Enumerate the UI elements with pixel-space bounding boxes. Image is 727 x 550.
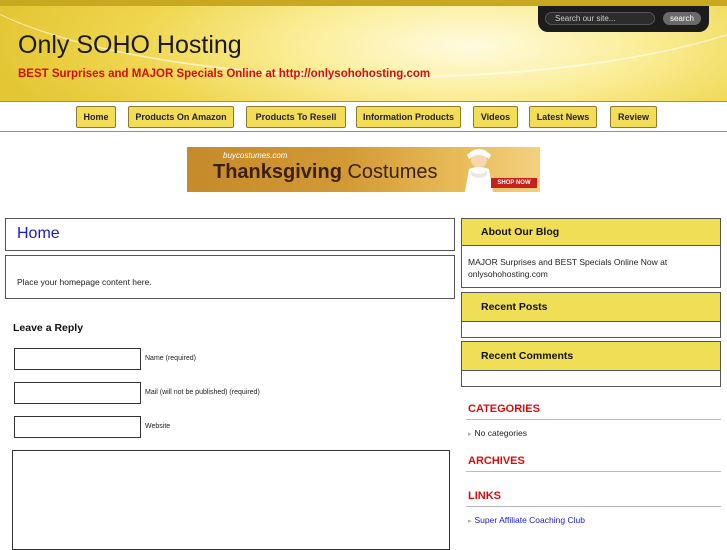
archives-divider <box>466 471 721 472</box>
website-field[interactable] <box>14 416 141 438</box>
nav-item-products-on-amazon[interactable]: Products On Amazon <box>128 106 234 128</box>
categories-item: ▸ No categories <box>468 428 527 438</box>
categories-divider <box>466 419 721 420</box>
links-divider <box>466 506 721 507</box>
page-content: Place your homepage content here. <box>17 277 152 287</box>
banner-title-bold: Thanksgiving <box>213 161 342 183</box>
site-tagline: BEST Surprises and MAJOR Specials Online… <box>18 68 431 80</box>
name-field-label: Name (required) <box>145 355 196 362</box>
banner-title: Thanksgiving Costumes <box>213 161 438 184</box>
widget-recent-comments-header: Recent Comments <box>461 341 721 371</box>
search-bar: search <box>538 6 709 32</box>
ad-banner[interactable]: buycostumes.com Thanksgiving Costumes SH… <box>187 147 540 192</box>
banner-shop-now-button[interactable]: SHOP NOW <box>491 178 537 188</box>
nav-item-review[interactable]: Review <box>610 106 657 128</box>
links-item[interactable]: ▸ Super Affiliate Coaching Club <box>468 515 585 525</box>
links-title: LINKS <box>468 490 501 502</box>
about-text: MAJOR Surprises and BEST Specials Online… <box>468 257 668 279</box>
bullet-arrow-icon: ▸ <box>468 431 472 438</box>
widget-recent-comments-body <box>461 371 721 387</box>
name-field[interactable] <box>14 348 141 370</box>
nav-item-videos[interactable]: Videos <box>473 106 518 128</box>
email-field-label: Mail (will not be published) (required) <box>145 389 260 396</box>
page-title: Home <box>17 225 60 242</box>
search-button[interactable]: search <box>663 12 701 25</box>
widget-recent-posts-header: Recent Posts <box>461 292 721 322</box>
search-input[interactable] <box>545 12 655 25</box>
comment-textarea[interactable] <box>12 450 450 550</box>
categories-title: CATEGORIES <box>468 403 540 415</box>
main-nav: Home Products On Amazon Products To Rese… <box>0 101 727 132</box>
site-title[interactable]: Only SOHO Hosting <box>18 31 242 60</box>
banner-brand: buycostumes.com <box>223 151 288 160</box>
page-title-box <box>5 218 455 251</box>
reply-title: Leave a Reply <box>13 322 84 334</box>
nav-item-latest-news[interactable]: Latest News <box>529 106 597 128</box>
widget-about-header: About Our Blog <box>461 218 721 246</box>
widget-about-body: MAJOR Surprises and BEST Specials Online… <box>461 246 721 288</box>
nav-item-information-products[interactable]: Information Products <box>356 106 461 128</box>
bullet-arrow-icon: ▸ <box>468 518 472 525</box>
nav-item-products-to-resell[interactable]: Products To Resell <box>246 106 346 128</box>
nav-item-home[interactable]: Home <box>76 106 116 128</box>
website-field-label: Website <box>145 423 171 430</box>
archives-title: ARCHIVES <box>468 455 525 467</box>
link-super-affiliate-coaching-club[interactable]: Super Affiliate Coaching Club <box>475 515 585 525</box>
widget-recent-posts-body <box>461 322 721 338</box>
categories-item-label: No categories <box>474 428 527 438</box>
banner-title-rest: Costumes <box>341 161 438 183</box>
email-field[interactable] <box>14 382 141 404</box>
